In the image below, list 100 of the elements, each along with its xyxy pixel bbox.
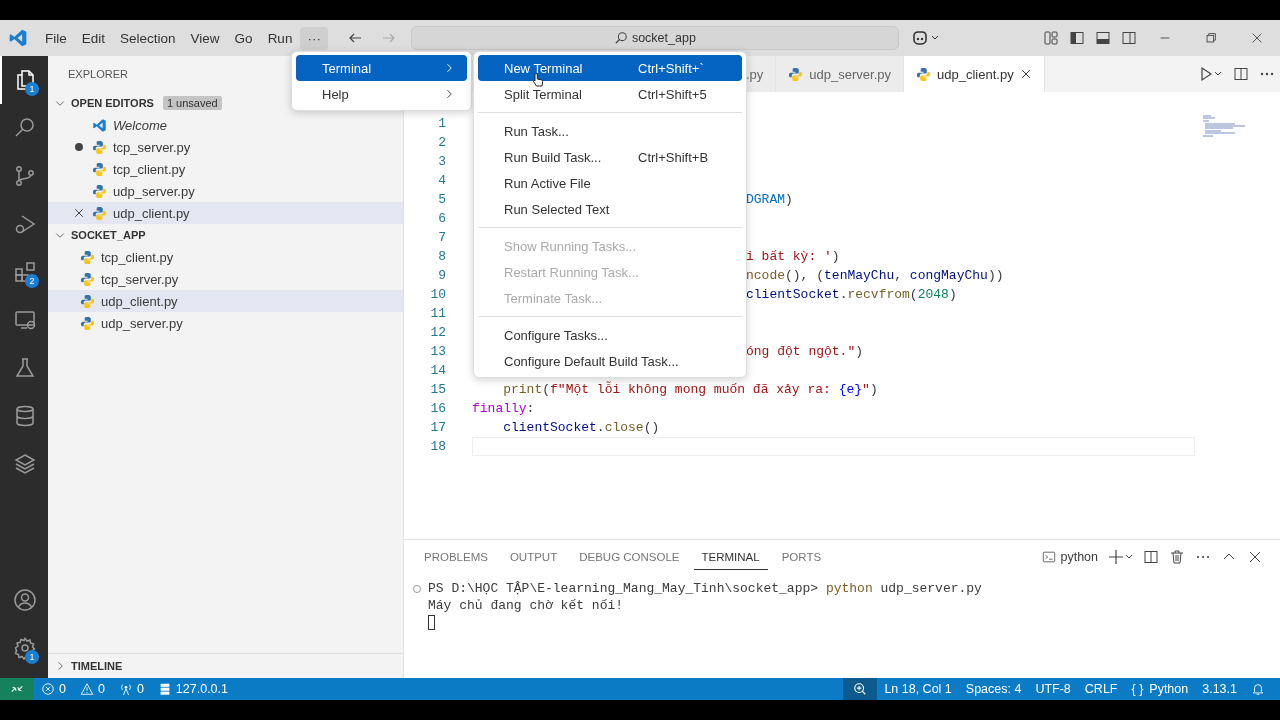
file-tree-item[interactable]: tcp_client.py [48, 246, 403, 268]
file-tree-item[interactable]: tcp_server.py [48, 268, 403, 290]
editor-tab[interactable]: udp_client.py [904, 56, 1045, 92]
activity-item[interactable]: 1 [0, 624, 48, 672]
bell-icon [1251, 682, 1265, 696]
section-title[interactable]: TIMELINE [71, 660, 123, 672]
copilot-icon[interactable] [910, 30, 941, 46]
section-title[interactable]: OPEN EDITORS [71, 97, 154, 109]
status-item[interactable]: 3.13.1 [1195, 678, 1244, 700]
line-number: 10 [429, 286, 446, 304]
section-title[interactable]: SOCKET_APP [71, 229, 146, 241]
menu-item[interactable]: File [38, 26, 74, 50]
file-name: Welcome [113, 117, 167, 133]
menu-entry[interactable]: Help [296, 81, 467, 107]
file-name: tcp_server.py [113, 139, 191, 155]
code-line: clientSocket.recvfrom(2048) [746, 286, 957, 304]
line-number: 8 [437, 248, 446, 266]
split-terminal-icon[interactable] [1143, 549, 1159, 565]
terminal-line: PS D:\HỌC TẬP\E-learning_Mang_May_Tinh\socket_app> python udp_server.py [428, 580, 982, 597]
zoom-in-icon [853, 682, 868, 696]
count-badge: 1 [25, 650, 39, 664]
zoom-button[interactable] [843, 678, 878, 700]
server-button[interactable]: 127.0.0.1 [150, 678, 235, 700]
count-badge: 2 [25, 274, 39, 288]
hand-pointer-icon [532, 72, 544, 88]
close-icon[interactable] [73, 207, 85, 219]
code-line: DGRAM) [746, 191, 793, 209]
ports-button[interactable]: 0 [111, 678, 151, 700]
line-number: 6 [437, 210, 446, 228]
menu-item[interactable]: Go [227, 26, 260, 50]
panel-tab[interactable]: PORTS [773, 545, 830, 569]
open-editor-item[interactable]: tcp_client.py [48, 158, 403, 180]
python-file-icon [92, 139, 107, 155]
close-icon[interactable] [1019, 68, 1032, 80]
menu-item[interactable]: Run [260, 26, 300, 50]
status-item[interactable]: Ln 18, Col 1 [877, 678, 959, 700]
flask-icon [13, 356, 37, 380]
status-item[interactable]: Spaces: 4 [958, 678, 1029, 700]
menu-entry[interactable]: Configure Tasks... [478, 322, 742, 348]
open-editor-item[interactable]: tcp_server.py [48, 136, 403, 158]
line-number: 5 [437, 191, 446, 209]
terminal-cursor [428, 615, 435, 630]
python-file-icon [92, 161, 107, 177]
run-icon[interactable] [1199, 66, 1223, 82]
terminal-profile[interactable]: python [1042, 550, 1098, 564]
command-center[interactable]: socket_app [410, 26, 899, 50]
open-editor-item[interactable]: udp_server.py [48, 180, 403, 202]
menu-entry[interactable]: Configure Default Build Task... [478, 348, 742, 374]
file-name: udp_server.py [101, 315, 183, 331]
toggle-secondary-sidebar-icon[interactable] [1121, 30, 1137, 46]
restore-icon[interactable] [1204, 31, 1218, 45]
panel-tab[interactable]: PROBLEMS [416, 545, 496, 569]
menu-item[interactable]: Edit [74, 26, 113, 50]
file-tree-item[interactable]: udp_client.py [48, 290, 403, 312]
menu-entry[interactable]: Terminal [296, 55, 467, 81]
line-number: 13 [429, 343, 446, 361]
menu-item[interactable]: View [183, 26, 227, 50]
error-icon [41, 682, 55, 696]
status-item[interactable]: UTF-8 [1028, 678, 1078, 700]
new-terminal-icon[interactable] [1109, 549, 1133, 565]
menu-item[interactable]: ··· [300, 26, 328, 50]
panel-tab[interactable]: OUTPUT [501, 545, 566, 569]
menu-item[interactable]: Selection [113, 26, 183, 50]
line-number: 11 [429, 305, 446, 323]
menu-label: Configure Tasks... [504, 327, 608, 343]
status-item[interactable]: CRLF [1077, 678, 1125, 700]
warnings-button[interactable]: 0 [72, 678, 112, 700]
remote-button[interactable] [0, 678, 34, 700]
line-number: 4 [437, 172, 446, 190]
python-file-icon [92, 205, 107, 221]
editor-tab[interactable]: udp_server.py [776, 56, 904, 92]
toggle-panel-icon[interactable] [1095, 30, 1111, 46]
python-file-icon [80, 249, 95, 265]
activity-item[interactable]: 2 [0, 248, 48, 296]
menu-entry[interactable]: Run Selected Text [478, 196, 742, 222]
menu-label: Terminate Task... [504, 290, 603, 306]
close-panel-icon[interactable] [1247, 549, 1263, 565]
unsaved-badge: 1 unsaved [162, 96, 222, 110]
line-number: 16 [429, 400, 446, 418]
errors-button[interactable]: 0 [34, 678, 73, 700]
menu-label: Terminal [322, 60, 372, 76]
menu-entry[interactable]: Run Build Task... Ctrl+Shift+B [478, 144, 742, 170]
line-number: 9 [437, 267, 446, 285]
language-button[interactable]: { } Python [1124, 678, 1196, 700]
python-file-icon [80, 293, 95, 309]
toggle-sidebar-icon[interactable] [1069, 30, 1085, 46]
open-editor-item[interactable]: Welcome [48, 114, 403, 136]
panel-tab[interactable]: DEBUG CONSOLE [571, 545, 688, 569]
line-number: 3 [437, 153, 446, 171]
menu-entry[interactable]: Run Active File [478, 170, 742, 196]
menu-entry[interactable]: Run Task... [478, 118, 742, 144]
open-editor-item[interactable]: udp_client.py [48, 202, 403, 224]
file-tree-item[interactable]: udp_server.py [48, 312, 403, 334]
split-editor-icon[interactable] [1233, 66, 1249, 82]
trash-icon[interactable] [1169, 549, 1185, 565]
close-icon[interactable] [1250, 31, 1264, 45]
command-status-icon [412, 584, 422, 594]
customize-layout-icon[interactable] [1043, 30, 1059, 46]
panel-tab[interactable]: TERMINAL [693, 544, 768, 570]
file-name: udp_client.py [101, 293, 178, 309]
